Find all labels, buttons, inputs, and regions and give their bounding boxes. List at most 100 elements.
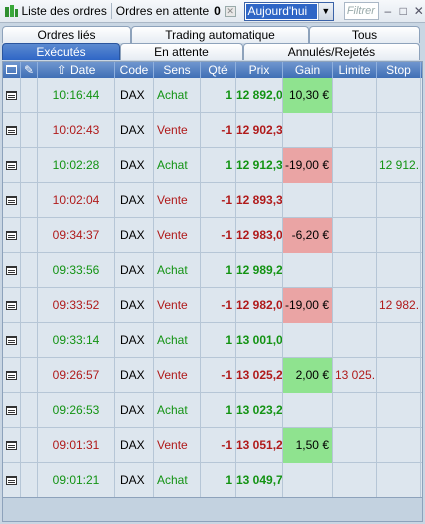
- document-icon: [6, 371, 17, 380]
- order-price: 12 989,2: [236, 253, 283, 288]
- status-bar: [2, 498, 423, 522]
- order-price: 12 912,3: [236, 148, 283, 183]
- table-row[interactable]: 10:02:28 DAX Achat 1 12 912,3 -19,00 € 12 912.…: [3, 148, 422, 183]
- minimize-icon[interactable]: –: [382, 4, 394, 18]
- document-icon: [6, 336, 17, 345]
- table-row[interactable]: 09:34:37 DAX Vente -1 12 983,0 -6,20 €: [3, 218, 422, 253]
- order-time: 09:33:52: [38, 288, 115, 323]
- order-qty: -1: [201, 183, 236, 218]
- order-time: 09:33:56: [38, 253, 115, 288]
- pending-orders-label[interactable]: Ordres en attente: [116, 4, 209, 18]
- order-code: DAX: [115, 428, 154, 463]
- table-row[interactable]: 10:02:43 DAX Vente -1 12 902,3: [3, 113, 422, 148]
- details-icon[interactable]: [3, 78, 21, 113]
- tab-row-bottom: Exécutés En attente Annulés/Rejetés: [2, 43, 420, 60]
- details-icon[interactable]: [3, 253, 21, 288]
- order-gain: [283, 323, 333, 358]
- column-date[interactable]: ⇧ Date: [38, 62, 115, 78]
- tab-ordres-lies[interactable]: Ordres liés: [2, 26, 131, 43]
- document-icon: [6, 65, 17, 74]
- details-icon[interactable]: [3, 463, 21, 497]
- column-date-label: Date: [70, 63, 96, 77]
- orders-list-label[interactable]: Liste des ordres: [21, 4, 106, 18]
- order-limit: [333, 113, 377, 148]
- table-row[interactable]: 10:02:04 DAX Vente -1 12 893,3: [3, 183, 422, 218]
- order-stop: [377, 253, 421, 288]
- clear-pending-icon[interactable]: ✕: [224, 5, 236, 17]
- order-code: DAX: [115, 113, 154, 148]
- order-limit: [333, 78, 377, 113]
- order-limit: [333, 428, 377, 463]
- column-code[interactable]: Code: [115, 62, 154, 78]
- order-qty: -1: [201, 218, 236, 253]
- column-details[interactable]: [3, 62, 21, 78]
- order-qty: 1: [201, 393, 236, 428]
- document-icon: [6, 126, 17, 135]
- column-prix[interactable]: Prix: [236, 62, 283, 78]
- order-code: DAX: [115, 358, 154, 393]
- order-price: 13 051,2: [236, 428, 283, 463]
- pending-orders-count: 0: [214, 4, 221, 18]
- order-stop: [377, 78, 421, 113]
- details-icon[interactable]: [3, 323, 21, 358]
- row-spacer: [21, 78, 38, 113]
- table-header: ✎ ⇧ Date Code Sens Qté Prix Gain Limite …: [3, 62, 422, 78]
- table-row[interactable]: 09:01:21 DAX Achat 1 13 049,7: [3, 463, 422, 497]
- order-price: 12 893,3: [236, 183, 283, 218]
- order-limit: [333, 393, 377, 428]
- row-spacer: [21, 113, 38, 148]
- tab-en-attente[interactable]: En attente: [120, 43, 243, 60]
- chevron-down-icon[interactable]: ▼: [317, 2, 333, 20]
- details-icon[interactable]: [3, 288, 21, 323]
- order-qty: 1: [201, 323, 236, 358]
- column-sens[interactable]: Sens: [154, 62, 201, 78]
- tab-tous[interactable]: Tous: [309, 26, 420, 43]
- column-stop[interactable]: Stop: [377, 62, 421, 78]
- order-time: 09:34:37: [38, 218, 115, 253]
- filter-input[interactable]: Filtrer: [343, 2, 379, 20]
- details-icon[interactable]: [3, 113, 21, 148]
- close-icon[interactable]: ✕: [413, 4, 425, 18]
- tab-row-top: Ordres liés Trading automatique Tous: [2, 26, 420, 43]
- tab-trading-automatique[interactable]: Trading automatique: [131, 26, 309, 43]
- document-icon: [6, 476, 17, 485]
- table-row[interactable]: 09:33:14 DAX Achat 1 13 001,0: [3, 323, 422, 358]
- document-icon: [6, 231, 17, 240]
- maximize-icon[interactable]: □: [397, 4, 409, 18]
- details-icon[interactable]: [3, 393, 21, 428]
- table-row[interactable]: 09:26:57DAXVente-113 025,22,00 €13 025..…: [3, 358, 422, 393]
- row-spacer: [21, 288, 38, 323]
- table-row[interactable]: 10:16:44 DAX Achat 1 12 892,0 10,30 €: [3, 78, 422, 113]
- order-stop: [377, 428, 421, 463]
- details-icon[interactable]: [3, 183, 21, 218]
- table-row[interactable]: 09:26:53 DAX Achat 1 13 023,2: [3, 393, 422, 428]
- details-icon[interactable]: [3, 358, 21, 393]
- order-price: 12 892,0: [236, 78, 283, 113]
- order-time: 09:33:14: [38, 323, 115, 358]
- row-spacer: [21, 253, 38, 288]
- order-side: Vente: [154, 183, 201, 218]
- order-gain: -6,20 €: [283, 218, 333, 253]
- row-spacer: [21, 218, 38, 253]
- period-select-value: Aujourd'hui: [245, 3, 317, 19]
- table-row[interactable]: 09:33:56 DAX Achat 1 12 989,2: [3, 253, 422, 288]
- order-side: Achat: [154, 148, 201, 183]
- order-side: Vente: [154, 218, 201, 253]
- column-settings[interactable]: ✎: [21, 62, 38, 78]
- column-qte[interactable]: Qté: [201, 62, 236, 78]
- table-row[interactable]: 09:33:52 DAX Vente -1 12 982,0 -19,00 € 12 982…: [3, 288, 422, 323]
- table-row[interactable]: 09:01:31 DAX Vente -1 13 051,2 1,50 €: [3, 428, 422, 463]
- order-side: Achat: [154, 253, 201, 288]
- period-select[interactable]: Aujourd'hui ▼: [243, 1, 334, 21]
- order-stop: [377, 113, 421, 148]
- details-icon[interactable]: [3, 148, 21, 183]
- tab-annules-rejetes[interactable]: Annulés/Rejetés: [243, 43, 420, 60]
- column-limite[interactable]: Limite: [333, 62, 377, 78]
- details-icon[interactable]: [3, 428, 21, 463]
- column-gain[interactable]: Gain: [283, 62, 333, 78]
- tab-executes[interactable]: Exécutés: [2, 43, 120, 60]
- details-icon[interactable]: [3, 218, 21, 253]
- order-stop: [377, 393, 421, 428]
- order-price: 13 023,2: [236, 393, 283, 428]
- order-price: 13 001,0: [236, 323, 283, 358]
